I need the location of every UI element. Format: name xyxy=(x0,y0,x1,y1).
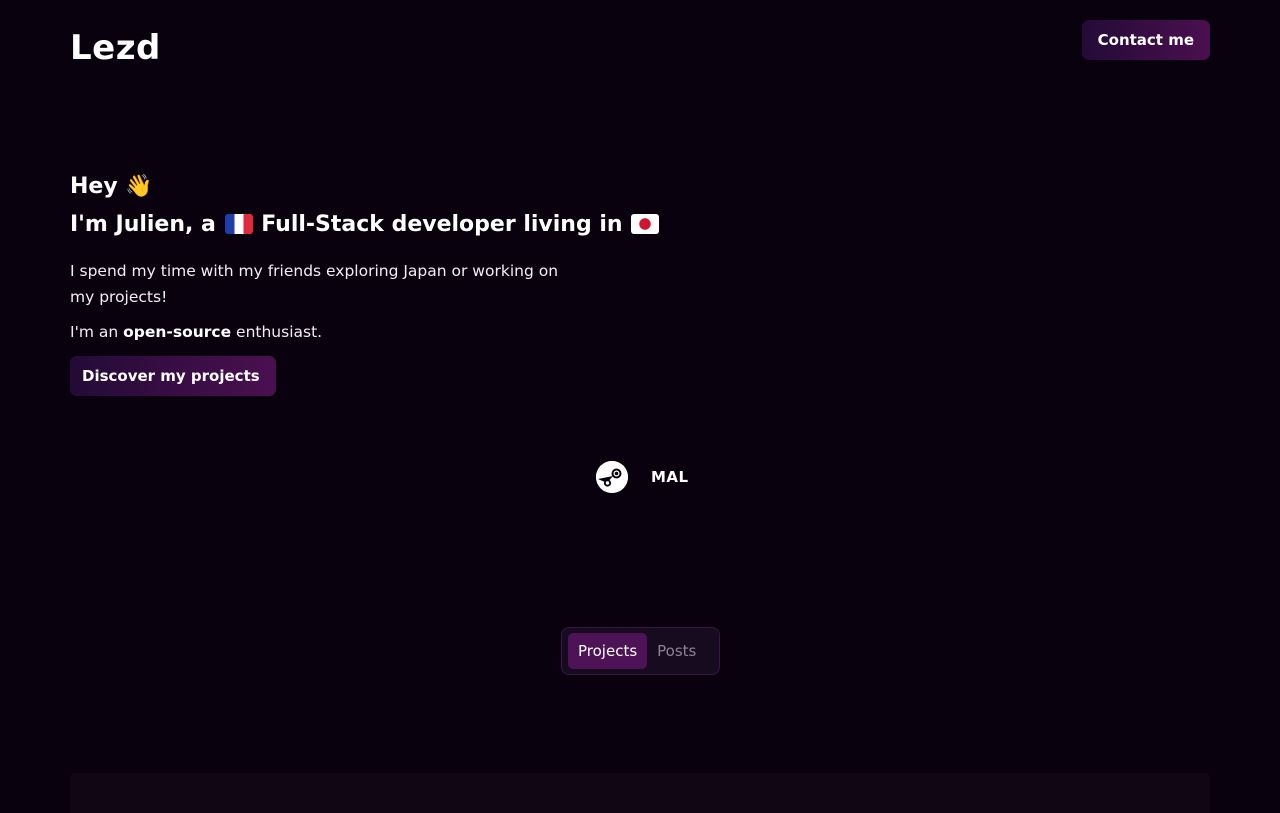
steam-icon-glyph xyxy=(596,461,628,493)
tab-projects[interactable]: Projects xyxy=(568,633,648,669)
greeting-heading: Hey 👋 xyxy=(70,170,770,204)
steam-icon[interactable] xyxy=(596,461,628,493)
greeting-text: Hey xyxy=(70,174,118,199)
france-flag-icon xyxy=(224,214,253,234)
hero-section: Hey 👋 I'm Julien, a Full-Stack developer… xyxy=(70,170,770,396)
oss-bold: open-source xyxy=(123,323,232,341)
intro-middle: Full-Stack developer living in xyxy=(261,212,623,237)
intro-prefix: I'm Julien, a xyxy=(70,212,216,237)
japan-flag-icon xyxy=(631,214,660,234)
discover-projects-button[interactable]: Discover my projects xyxy=(70,356,276,396)
tab-posts[interactable]: Posts xyxy=(647,633,706,669)
social-links: MAL xyxy=(596,460,689,494)
contact-button[interactable]: Contact me xyxy=(1081,20,1210,60)
oss-text: I'm an open-source enthusiast. xyxy=(70,320,770,344)
oss-prefix: I'm an xyxy=(70,323,119,341)
oss-suffix: enthusiast. xyxy=(236,323,323,341)
content-card xyxy=(70,773,1210,813)
content-tabs: Projects Posts xyxy=(561,627,720,675)
mal-icon[interactable]: MAL xyxy=(651,468,689,486)
waving-hand-icon: 👋 xyxy=(125,174,153,199)
site-header: Lezd Contact me xyxy=(70,0,1210,100)
bio-text: I spend my time with my friends explorin… xyxy=(70,262,559,306)
intro-heading: I'm Julien, a Full-Stack developer livin… xyxy=(70,208,770,242)
site-logo[interactable]: Lezd xyxy=(70,27,161,69)
